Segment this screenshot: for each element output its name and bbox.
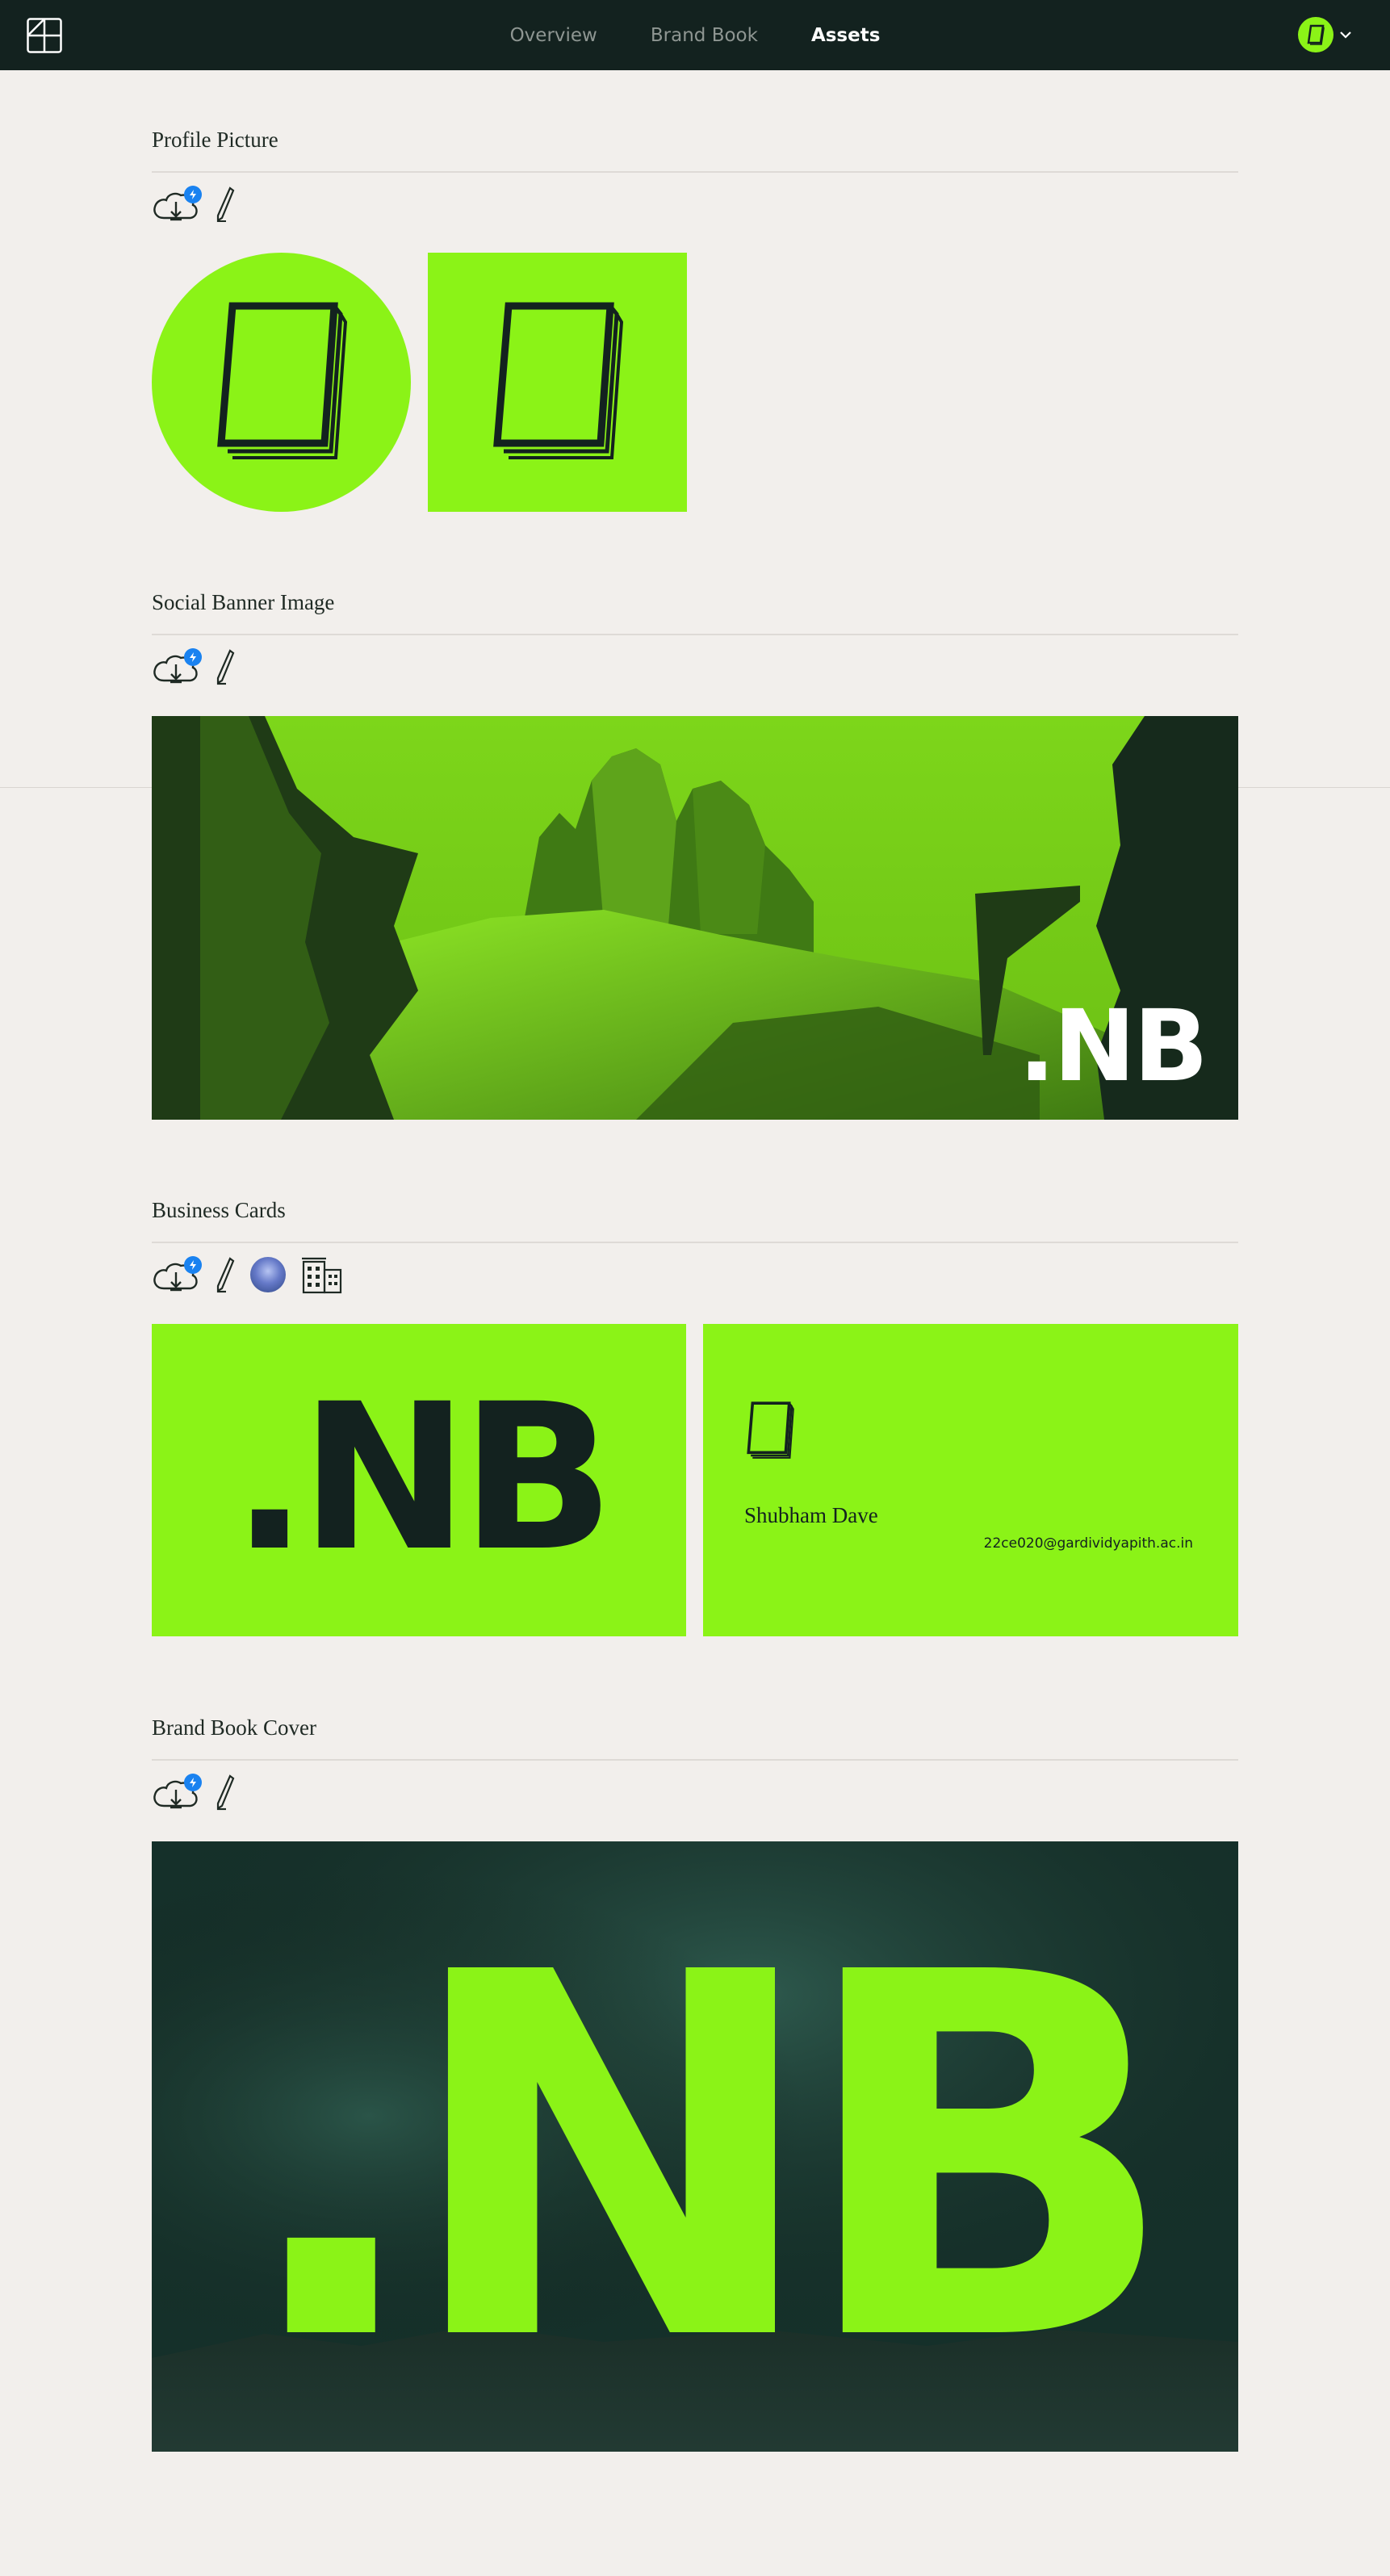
social-banner-image[interactable]: .NB bbox=[152, 716, 1238, 1120]
banner-logo-text: .NB bbox=[1018, 989, 1208, 1104]
edit-button[interactable] bbox=[215, 186, 236, 223]
pen-icon bbox=[216, 186, 235, 222]
edit-button[interactable] bbox=[215, 1774, 236, 1811]
download-button[interactable] bbox=[152, 648, 202, 685]
book-cover-logo-text: .NB bbox=[236, 1869, 1179, 2451]
asset-toolbar-business-cards bbox=[152, 1254, 344, 1295]
pen-icon bbox=[216, 1257, 235, 1293]
section-title-book-cover: Brand Book Cover bbox=[152, 1715, 316, 1740]
download-button[interactable] bbox=[152, 1774, 202, 1811]
brand-mark-icon bbox=[493, 302, 624, 459]
divider bbox=[152, 171, 1238, 173]
chevron-down-icon[interactable] bbox=[1338, 29, 1353, 40]
nav-link-overview[interactable]: Overview bbox=[510, 25, 597, 46]
brand-mark-icon bbox=[1307, 24, 1325, 45]
top-nav: Overview Brand Book Assets bbox=[0, 0, 1390, 70]
section-title-banner: Social Banner Image bbox=[152, 590, 335, 614]
avatar bbox=[250, 1257, 286, 1292]
edit-button[interactable] bbox=[215, 1256, 236, 1293]
brand-mark-icon bbox=[747, 1401, 794, 1459]
company-button[interactable] bbox=[300, 1255, 344, 1294]
divider bbox=[152, 1759, 1238, 1761]
user-avatar-button[interactable] bbox=[250, 1257, 286, 1292]
asset-toolbar-profile bbox=[152, 184, 236, 224]
brand-mark-icon bbox=[217, 302, 348, 459]
business-card-name: Shubham Dave bbox=[744, 1503, 878, 1527]
pen-icon bbox=[216, 649, 235, 685]
lightning-bolt-icon bbox=[184, 1256, 202, 1274]
lightning-bolt-icon bbox=[184, 186, 202, 203]
download-button[interactable] bbox=[152, 1256, 202, 1293]
nav-link-brand-book[interactable]: Brand Book bbox=[651, 25, 758, 46]
nav-link-assets[interactable]: Assets bbox=[811, 25, 880, 46]
profile-picture-circle[interactable] bbox=[152, 253, 411, 512]
section-title-business-cards: Business Cards bbox=[152, 1198, 286, 1222]
business-card-front[interactable]: .NB bbox=[152, 1324, 686, 1636]
lightning-bolt-icon bbox=[184, 1774, 202, 1791]
asset-toolbar-book-cover bbox=[152, 1772, 236, 1812]
business-card-email: 22ce020@gardividyapith.ac.in bbox=[983, 1535, 1193, 1552]
profile-picture-square[interactable] bbox=[428, 253, 687, 512]
asset-toolbar-banner bbox=[152, 647, 236, 687]
divider bbox=[152, 1242, 1238, 1243]
edit-button[interactable] bbox=[215, 648, 236, 685]
download-button[interactable] bbox=[152, 186, 202, 223]
brand-book-cover-image[interactable]: .NB bbox=[152, 1841, 1238, 2452]
nav-links: Overview Brand Book Assets bbox=[0, 0, 1390, 70]
building-icon bbox=[302, 1257, 342, 1294]
business-card-logo-text: .NB bbox=[231, 1360, 615, 1595]
account-avatar[interactable] bbox=[1298, 17, 1333, 52]
lightning-bolt-icon bbox=[184, 648, 202, 666]
business-card-back[interactable]: Shubham Dave 22ce020@gardividyapith.ac.i… bbox=[703, 1324, 1238, 1636]
divider bbox=[152, 634, 1238, 635]
pen-icon bbox=[216, 1774, 235, 1811]
section-title-profile: Profile Picture bbox=[152, 128, 278, 152]
